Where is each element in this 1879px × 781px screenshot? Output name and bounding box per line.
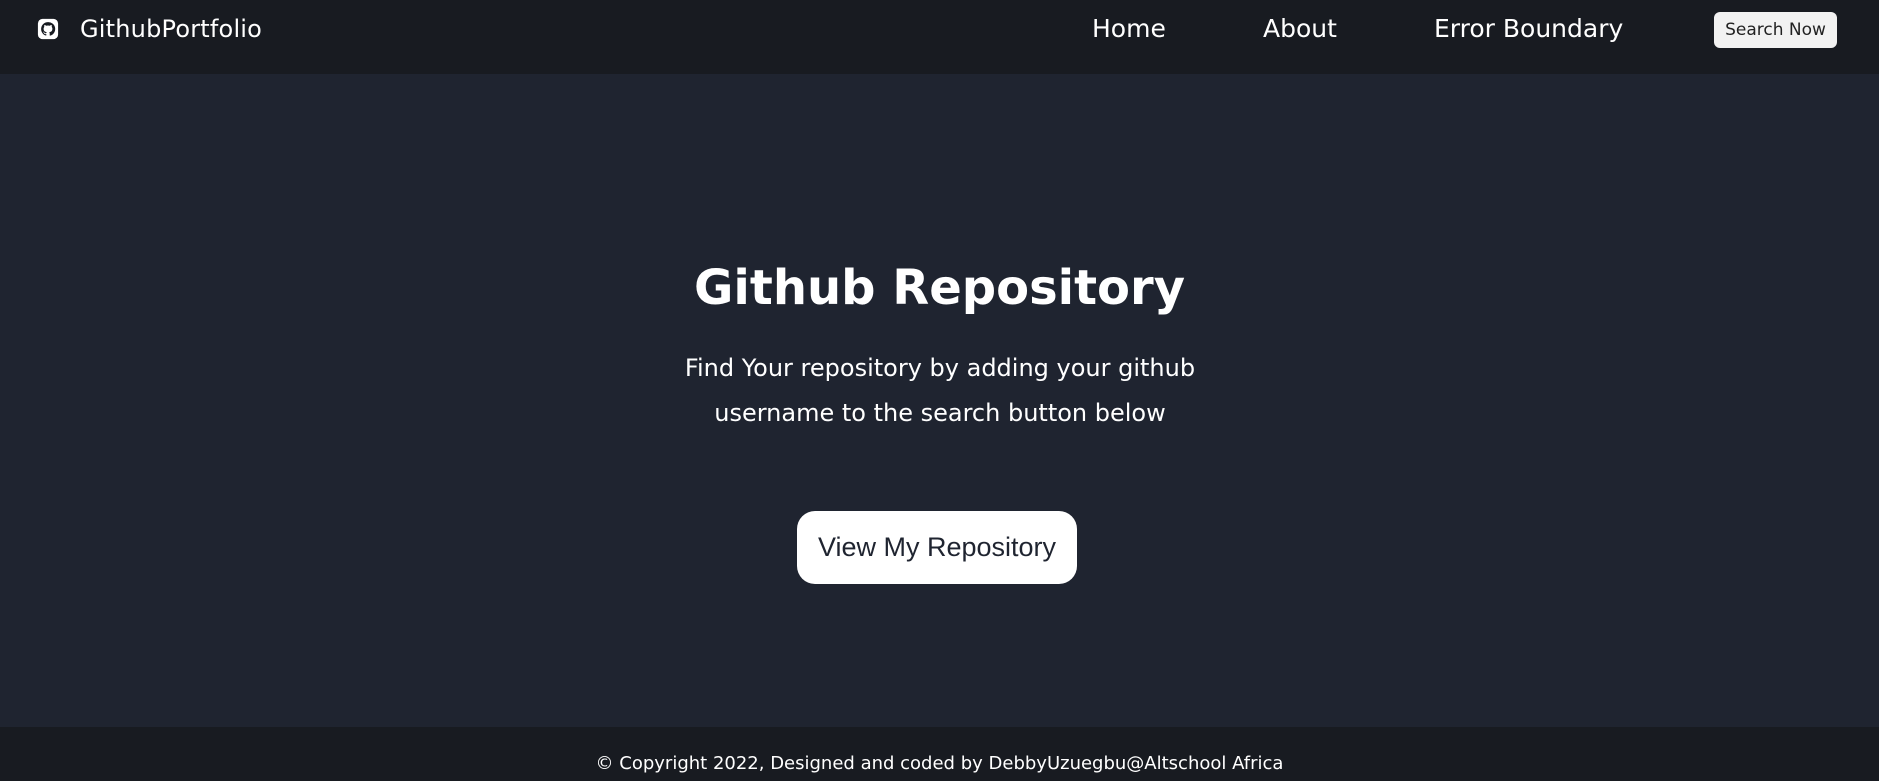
footer: © Copyright 2022, Designed and coded by … bbox=[0, 727, 1879, 781]
page-title: Github Repository bbox=[694, 260, 1185, 316]
footer-copyright: © Copyright 2022, Designed and coded by … bbox=[595, 753, 1284, 774]
nav-links: Home About Error Boundary bbox=[0, 0, 1879, 58]
search-now-button[interactable]: Search Now bbox=[1714, 12, 1837, 48]
hero-description: Find Your repository by adding your gith… bbox=[684, 354, 1196, 427]
view-repository-button[interactable]: View My Repository bbox=[797, 511, 1077, 584]
navbar: GithubPortfolio Home About Error Boundar… bbox=[0, 0, 1879, 74]
nav-link-error-boundary[interactable]: Error Boundary bbox=[1434, 14, 1623, 43]
nav-link-about[interactable]: About bbox=[1263, 14, 1337, 43]
nav-link-home[interactable]: Home bbox=[1092, 14, 1166, 43]
hero-section: Github Repository Find Your repository b… bbox=[0, 74, 1879, 727]
